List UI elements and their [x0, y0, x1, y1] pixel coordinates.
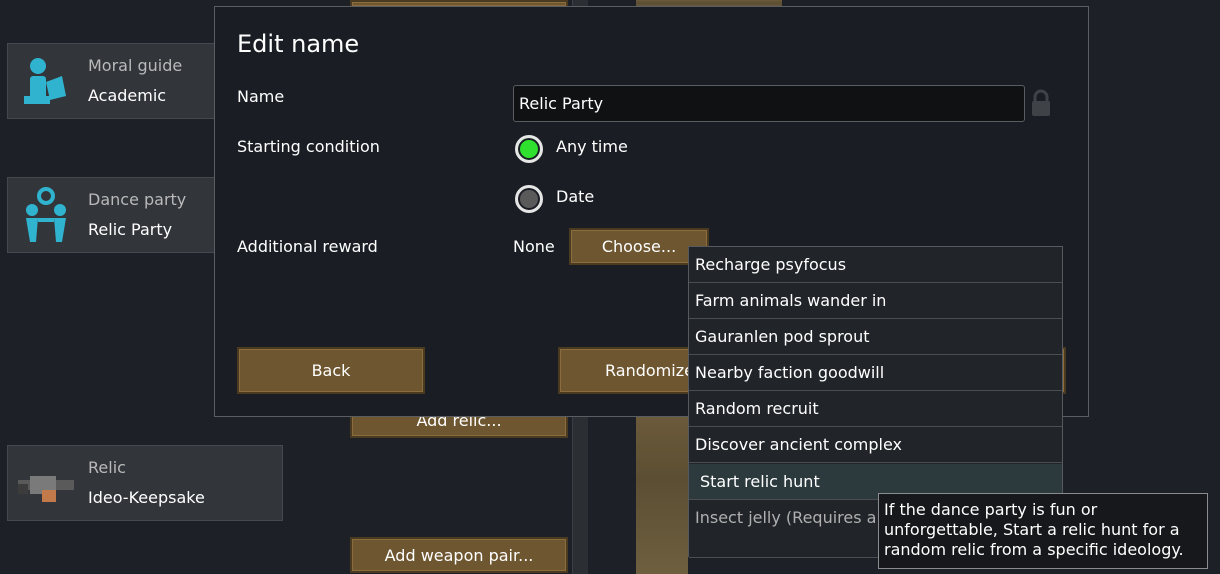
relic-card[interactable]: Relic Ideo-Keepsake — [7, 445, 283, 521]
radio-any-time[interactable] — [515, 135, 543, 163]
date-label[interactable]: Date — [556, 187, 594, 206]
randomize-label: Randomize — [605, 361, 694, 380]
starting-condition-label: Starting condition — [237, 137, 380, 156]
meme-card-dance-party[interactable]: Dance party Relic Party — [7, 177, 217, 253]
dialog-title: Edit name — [237, 30, 360, 58]
additional-reward-label: Additional reward — [237, 237, 378, 256]
card-title: Dance party — [88, 190, 187, 209]
menu-item-ancient-complex[interactable]: Discover ancient complex — [689, 427, 1062, 463]
menu-item-recharge-psyfocus[interactable]: Recharge psyfocus — [689, 247, 1062, 283]
reward-value: None — [513, 237, 555, 256]
card-subtitle: Academic — [88, 86, 167, 105]
radio-date[interactable] — [515, 185, 543, 213]
menu-item-faction-goodwill[interactable]: Nearby faction goodwill — [689, 355, 1062, 391]
tooltip: If the dance party is fun or unforgettab… — [878, 493, 1208, 569]
dance-party-icon — [16, 186, 76, 246]
card-subtitle: Relic Party — [88, 220, 173, 239]
add-weapon-pair-button[interactable]: Add weapon pair... — [350, 537, 568, 573]
card-title: Relic — [88, 458, 126, 477]
menu-item-random-recruit[interactable]: Random recruit — [689, 391, 1062, 427]
back-button[interactable]: Back — [237, 347, 425, 394]
card-title: Moral guide — [88, 56, 183, 75]
menu-item-farm-animals[interactable]: Farm animals wander in — [689, 283, 1062, 319]
name-input[interactable] — [513, 85, 1025, 122]
moral-guide-icon — [16, 52, 76, 112]
meme-card-moral-guide[interactable]: Moral guide Academic — [7, 43, 217, 119]
any-time-label[interactable]: Any time — [556, 137, 628, 156]
map-strip-bottom — [636, 417, 688, 574]
lock-icon[interactable] — [1031, 89, 1051, 117]
name-label: Name — [237, 87, 285, 106]
menu-item-gauranlen-pod[interactable]: Gauranlen pod sprout — [689, 319, 1062, 355]
card-subtitle: Ideo-Keepsake — [88, 488, 205, 507]
gun-relic-icon — [16, 454, 76, 514]
